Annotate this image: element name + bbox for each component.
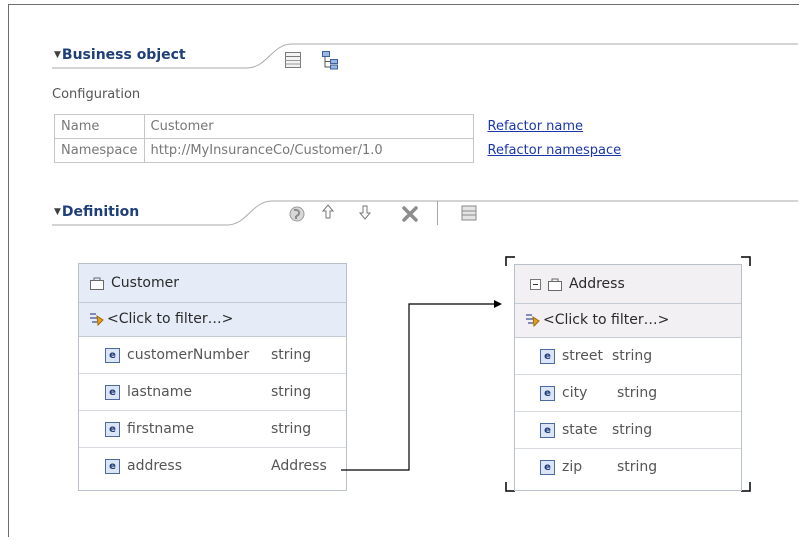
address-business-object[interactable]: Address <Click to filter…> e street stri… — [514, 264, 742, 491]
field-row[interactable]: e state string — [515, 412, 741, 449]
field-name: street — [562, 348, 603, 364]
element-field-icon: e — [540, 460, 555, 475]
element-field-icon: e — [540, 386, 555, 401]
field-name: city — [562, 385, 588, 401]
field-type: string — [612, 422, 653, 438]
field-row[interactable]: e zip string — [515, 449, 741, 485]
filter-row[interactable]: <Click to filter…> — [515, 304, 741, 338]
address-bo-header[interactable]: Address — [515, 265, 741, 304]
address-bo-name: Address — [569, 276, 625, 292]
filter-text[interactable]: <Click to filter…> — [543, 312, 669, 328]
element-field-icon: e — [540, 423, 555, 438]
business-object-icon — [548, 278, 562, 291]
collapse-toggle-icon[interactable] — [530, 279, 542, 291]
field-type: string — [617, 459, 658, 475]
field-type: string — [617, 385, 658, 401]
field-name: zip — [562, 459, 583, 475]
element-field-icon: e — [540, 349, 555, 364]
filter-icon — [526, 314, 540, 328]
field-type: string — [612, 348, 653, 364]
field-name: state — [562, 422, 598, 438]
field-row[interactable]: e street string — [515, 338, 741, 375]
field-row[interactable]: e city string — [515, 375, 741, 412]
